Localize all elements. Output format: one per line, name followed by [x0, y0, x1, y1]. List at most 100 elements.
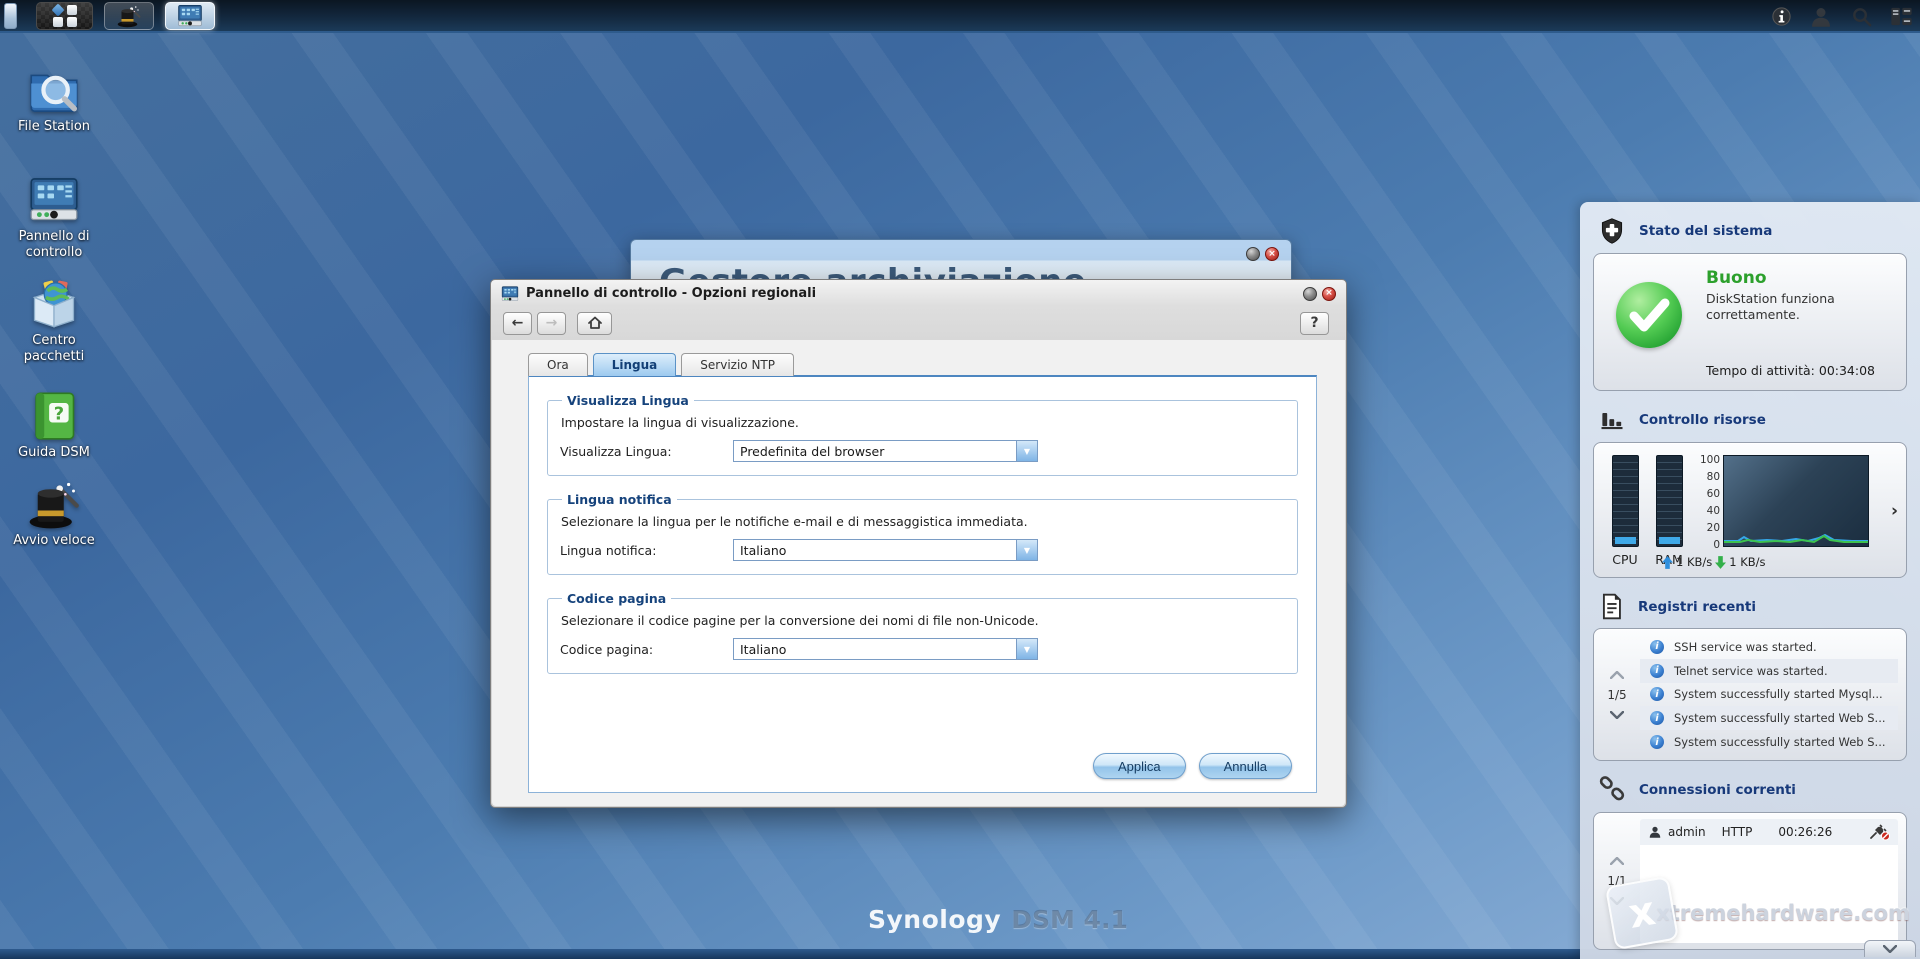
system-status-header: Stato del sistema	[1580, 202, 1920, 253]
user-icon[interactable]	[1808, 4, 1834, 30]
connection-duration: 00:26:26	[1778, 825, 1832, 839]
field-label: Lingua notifica:	[560, 543, 733, 558]
log-row[interactable]: iTelnet service was started.	[1640, 659, 1898, 683]
desktop-icon-file-station[interactable]: File Station	[6, 64, 102, 135]
dialog-body: Ora Lingua Servizio NTP Visualizza Lingu…	[492, 340, 1345, 806]
desktop-icon-label: Guida DSM	[6, 445, 102, 461]
close-button[interactable]: ×	[1322, 287, 1336, 301]
page-indicator: 1/1	[1607, 874, 1626, 888]
status-ok-icon	[1616, 282, 1682, 348]
disconnect-icon[interactable]	[1868, 823, 1890, 841]
taskbar-quick-launch-button[interactable]	[104, 2, 154, 30]
logs-pager: 1/5	[1594, 635, 1640, 754]
desktop-icon-dsm-help[interactable]: Guida DSM	[6, 390, 102, 461]
close-button[interactable]: ×	[1265, 247, 1279, 261]
help-button[interactable]: ?	[1300, 312, 1329, 335]
file-station-icon	[26, 64, 82, 116]
taskbar	[0, 0, 1920, 33]
info-icon[interactable]	[1768, 4, 1794, 30]
dsm-version: DSM 4.1	[1011, 905, 1128, 934]
info-icon: i	[1650, 640, 1664, 654]
page-down-icon[interactable]	[1610, 711, 1624, 719]
log-row[interactable]: iSystem successfully started Mysql...	[1640, 683, 1898, 707]
dialog-titlebar[interactable]: Pannello di controllo - Opzioni regional…	[491, 280, 1346, 307]
info-icon: i	[1650, 711, 1664, 725]
regional-options-dialog: Pannello di controllo - Opzioni regional…	[490, 279, 1347, 808]
main-menu-button[interactable]	[36, 2, 93, 30]
connections-header: Connessioni correnti	[1580, 761, 1920, 812]
control-panel-icon	[501, 285, 519, 303]
select-value: Italiano	[740, 642, 786, 657]
tab-ora[interactable]: Ora	[528, 353, 588, 376]
taskbar-right	[1768, 0, 1914, 33]
log-document-icon	[1598, 593, 1625, 620]
storage-manager-window[interactable]: Gestore archiviazione ×	[630, 239, 1292, 283]
control-panel-icon	[26, 174, 82, 226]
desktop-icon-package-center[interactable]: Centro pacchetti	[6, 278, 102, 366]
select-value: Predefinita del browser	[740, 444, 884, 459]
status-message: DiskStation funziona correttamente.	[1706, 291, 1876, 324]
log-row[interactable]: iSystem successfully started Web S...	[1640, 706, 1898, 730]
codepage-select[interactable]: Italiano ▼	[733, 638, 1038, 660]
home-button[interactable]	[577, 312, 612, 335]
resource-expand-button[interactable]: ›	[1891, 501, 1898, 521]
tab-bar: Ora Lingua Servizio NTP	[528, 353, 794, 376]
search-icon[interactable]	[1848, 4, 1874, 30]
apply-button[interactable]: Applica	[1093, 753, 1186, 779]
download-rate: 1 KB/s	[1729, 555, 1765, 569]
section-legend: Lingua notifica	[562, 492, 677, 507]
chevron-down-icon: ▼	[1016, 639, 1037, 659]
select-value: Italiano	[740, 543, 786, 558]
desktop-icon-control-panel[interactable]: Pannello di controllo	[6, 174, 102, 262]
home-icon	[587, 316, 603, 330]
section-legend: Visualizza Lingua	[562, 393, 694, 408]
desktop-icon-quick-start[interactable]: Avvio veloce	[6, 478, 102, 549]
log-row[interactable]: iSSH service was started.	[1640, 635, 1898, 659]
display-language-select[interactable]: Predefinita del browser ▼	[733, 440, 1038, 462]
dsm-help-icon	[26, 390, 82, 442]
connections-widget: 1/1 admin HTTP 00:26:26	[1593, 812, 1907, 950]
recent-logs-header: Registri recenti	[1580, 578, 1920, 628]
status-value: Buono	[1706, 268, 1892, 288]
download-arrow-icon	[1715, 556, 1726, 569]
tab-servizio-ntp[interactable]: Servizio NTP	[681, 353, 794, 376]
connection-user: admin	[1668, 825, 1706, 839]
panel-collapse-button[interactable]	[1864, 940, 1916, 957]
chain-link-icon	[1598, 776, 1626, 804]
page-up-icon[interactable]	[1610, 857, 1624, 865]
back-button[interactable]: ←	[503, 312, 532, 335]
uptime-label: Tempo di attività: 00:34:08	[1706, 363, 1875, 378]
shield-icon	[1598, 217, 1626, 245]
show-desktop-button[interactable]	[4, 3, 17, 29]
field-label: Codice pagina:	[560, 642, 733, 657]
page-down-icon[interactable]	[1610, 897, 1624, 905]
field-label: Visualizza Lingua:	[560, 444, 733, 459]
page-indicator: 1/5	[1607, 688, 1626, 702]
page-up-icon[interactable]	[1610, 671, 1624, 679]
cpu-label: CPU	[1608, 552, 1642, 567]
tab-lingua[interactable]: Lingua	[593, 353, 677, 376]
widget-panel: Stato del sistema Buono DiskStation funz…	[1580, 202, 1920, 959]
minimize-button[interactable]	[1303, 287, 1317, 301]
widget-title: Stato del sistema	[1639, 223, 1772, 239]
taskbar-control-panel-button[interactable]	[165, 2, 215, 30]
chevron-down-icon	[1883, 945, 1897, 953]
section-description: Selezionare il codice pagine per la conv…	[561, 613, 1285, 628]
connection-protocol: HTTP	[1722, 825, 1753, 839]
notification-language-select[interactable]: Italiano ▼	[733, 539, 1038, 561]
user-icon	[1648, 825, 1662, 839]
log-row[interactable]: iSystem successfully started Web S...	[1640, 730, 1898, 754]
connection-row[interactable]: admin HTTP 00:26:26	[1640, 819, 1898, 845]
magic-hat-icon	[117, 4, 141, 28]
package-center-icon	[26, 278, 82, 330]
main-menu-icon	[52, 4, 78, 28]
pilot-view-icon[interactable]	[1888, 4, 1914, 30]
bar-chart-icon	[1598, 406, 1626, 434]
cancel-button[interactable]: Annulla	[1199, 753, 1292, 779]
forward-button[interactable]: →	[537, 312, 566, 335]
control-panel-icon	[177, 3, 203, 29]
info-icon: i	[1650, 735, 1664, 749]
minimize-button[interactable]	[1246, 247, 1260, 261]
network-graph	[1723, 455, 1869, 547]
desktop-icon-label: File Station	[6, 119, 102, 135]
